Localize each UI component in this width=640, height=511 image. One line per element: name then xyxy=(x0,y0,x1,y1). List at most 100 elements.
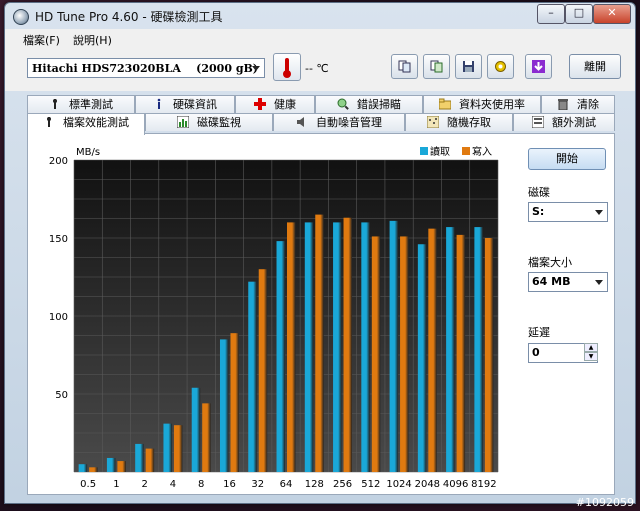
bar-write xyxy=(258,269,268,472)
drive-select[interactable]: Hitachi HDS723020BLA (2000 gB) xyxy=(27,58,265,78)
thermometer-icon xyxy=(273,53,301,81)
x-tick-label: 2048 xyxy=(415,479,440,490)
bar-read xyxy=(163,423,172,472)
x-tick-label: 1 xyxy=(113,479,119,490)
download-button[interactable] xyxy=(525,54,552,79)
bar-write xyxy=(400,236,409,472)
tab-extra-tests[interactable]: 額外測試 xyxy=(513,113,615,131)
bar-write xyxy=(315,214,324,472)
y-axis-label: MB/s xyxy=(76,147,100,158)
tab-label: 錯誤掃瞄 xyxy=(357,98,401,111)
close-button[interactable]: ✕ xyxy=(593,4,631,24)
x-tick-label: 256 xyxy=(333,479,352,490)
tab-label: 自動噪音管理 xyxy=(316,116,382,129)
extra-tests-icon xyxy=(532,116,544,128)
window-title: HD Tune Pro 4.60 - 硬碟檢測工具 xyxy=(35,10,223,24)
exit-button[interactable]: 離開 xyxy=(569,54,621,79)
tab-random-access[interactable]: 隨機存取 xyxy=(405,113,513,131)
maximize-button[interactable]: □ xyxy=(565,4,593,24)
random-access-icon xyxy=(427,116,439,128)
disk-select[interactable]: S: xyxy=(528,202,608,222)
x-tick-label: 128 xyxy=(305,479,324,490)
menu-help[interactable]: 說明(H) xyxy=(73,32,112,48)
tab-label: 檔案效能測試 xyxy=(63,116,129,129)
bar-read xyxy=(333,222,342,472)
options-icon xyxy=(495,61,506,72)
legend-swatch xyxy=(420,147,428,155)
bar-write xyxy=(287,222,296,472)
file-benchmark-icon xyxy=(47,117,51,127)
tab-aam[interactable]: 自動噪音管理 xyxy=(273,113,405,131)
copy-info-button[interactable] xyxy=(391,54,418,79)
bar-read xyxy=(219,339,229,472)
disk-select-value: S: xyxy=(532,205,545,218)
bar-read xyxy=(304,222,314,472)
menu-file[interactable]: 檔案(F) xyxy=(23,32,60,48)
file-size-select-value: 64 MB xyxy=(532,275,571,288)
chevron-down-icon xyxy=(595,280,603,285)
x-tick-label: 4096 xyxy=(443,479,468,490)
file-size-select[interactable]: 64 MB xyxy=(528,272,608,292)
chevron-down-icon xyxy=(252,66,260,71)
bar-write xyxy=(456,234,466,472)
health-cross-icon xyxy=(254,98,266,110)
speaker-icon xyxy=(297,117,304,127)
legend-label: 讀取 xyxy=(430,145,450,158)
y-tick-label: 100 xyxy=(49,312,68,323)
start-button[interactable]: 開始 xyxy=(528,148,606,170)
download-icon xyxy=(532,60,545,73)
info-icon xyxy=(157,98,161,109)
tab-folder-usage[interactable]: 資料夾使用率 xyxy=(423,95,541,113)
save-icon xyxy=(463,61,474,72)
magnifier-icon xyxy=(337,98,349,110)
x-tick-label: 0.5 xyxy=(80,479,96,490)
benchmark-icon xyxy=(53,99,57,109)
delay-label: 延遲 xyxy=(528,326,550,339)
delay-stepper[interactable]: ▲ ▼ xyxy=(584,343,598,363)
x-tick-label: 4 xyxy=(170,479,176,490)
bar-write xyxy=(484,238,494,472)
tab-benchmark[interactable]: 標準測試 xyxy=(27,95,135,113)
tab-disk-monitor[interactable]: 磁碟監視 xyxy=(145,113,273,131)
copy-info-icon xyxy=(398,60,411,73)
y-tick-label: 50 xyxy=(55,390,68,401)
tab-label: 健康 xyxy=(274,98,296,111)
tab-info[interactable]: 硬碟資訊 xyxy=(135,95,235,113)
bar-read xyxy=(106,457,116,472)
chevron-up-icon[interactable]: ▲ xyxy=(584,343,598,352)
options-button[interactable] xyxy=(487,54,514,79)
app-window: HD Tune Pro 4.60 - 硬碟檢測工具 – □ ✕ 檔案(F) 說明… xyxy=(4,2,636,504)
x-tick-label: 8192 xyxy=(471,479,496,490)
bar-read xyxy=(389,220,399,472)
bar-write xyxy=(230,333,239,472)
y-tick-label: 200 xyxy=(49,156,68,167)
chevron-down-icon[interactable]: ▼ xyxy=(584,352,598,361)
drive-select-value: Hitachi HDS723020BLA (2000 gB) xyxy=(32,62,259,75)
tab-erase[interactable]: 清除 xyxy=(541,95,615,113)
monitor-chart-icon xyxy=(177,116,189,128)
bar-write xyxy=(173,425,183,472)
x-tick-label: 512 xyxy=(361,479,380,490)
app-icon xyxy=(13,9,29,25)
tab-label: 額外測試 xyxy=(552,116,596,129)
save-button[interactable] xyxy=(455,54,482,79)
tab-label: 隨機存取 xyxy=(447,116,491,129)
tab-health[interactable]: 健康 xyxy=(235,95,315,113)
bar-read xyxy=(78,464,88,472)
copy-text-button[interactable] xyxy=(423,54,450,79)
tab-label: 資料夾使用率 xyxy=(459,98,525,111)
tab-bar: 標準測試 硬碟資訊 健康 錯誤掃瞄 資料夾使用率 清除 檔案效能測試 磁碟監視 … xyxy=(27,95,615,135)
tab-error-scan[interactable]: 錯誤掃瞄 xyxy=(315,95,423,113)
file-size-label: 檔案大小 xyxy=(528,256,572,269)
menu-bar: 檔案(F) 說明(H) xyxy=(5,29,635,50)
bar-write xyxy=(343,217,353,472)
toolbar: Hitachi HDS723020BLA (2000 gB) -- ℃ 離開 xyxy=(5,49,635,91)
minimize-button[interactable]: – xyxy=(537,4,565,24)
tab-label: 磁碟監視 xyxy=(197,116,241,129)
bar-read xyxy=(474,227,483,472)
control-sidebar: 開始 磁碟 S: 檔案大小 64 MB 延遲 0 ▲ ▼ xyxy=(528,134,614,494)
chevron-down-icon xyxy=(595,210,603,215)
legend-label: 寫入 xyxy=(472,145,492,158)
tab-file-benchmark[interactable]: 檔案效能測試 xyxy=(27,113,145,135)
folder-icon xyxy=(439,98,451,110)
